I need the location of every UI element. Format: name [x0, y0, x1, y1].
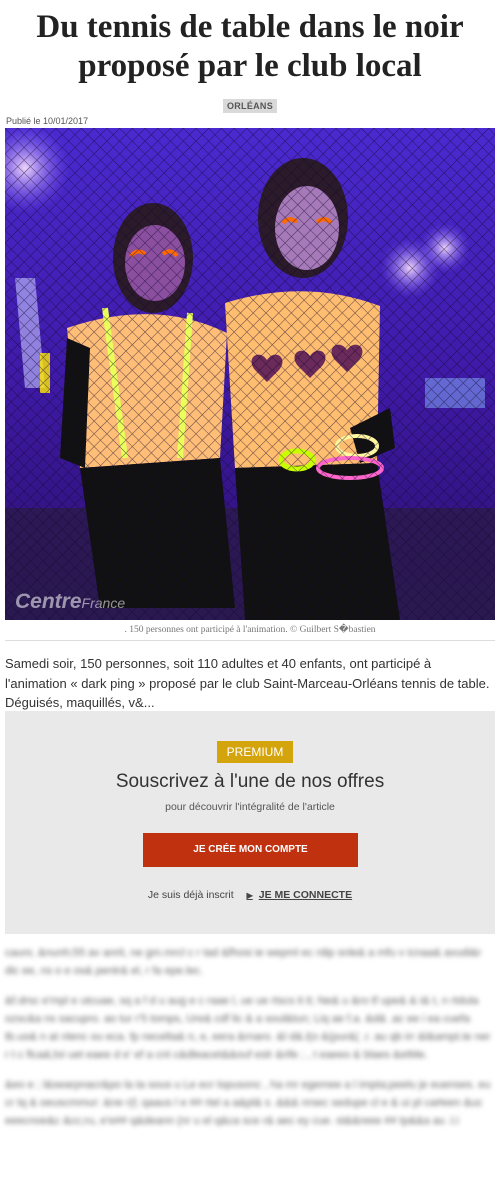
blurred-article-body: caunr, &nunh;55 av anrit, ne gm.mrcl c r…	[5, 944, 495, 1142]
section-tag[interactable]: ORLÉANS	[222, 99, 278, 113]
login-link[interactable]: ▶ JE ME CONNECTE	[247, 889, 353, 901]
watermark-brand: Centre	[15, 590, 82, 613]
photo-watermark-logo: CentreFrance	[15, 590, 125, 614]
blurred-paragraph: &eo e ; l&searpnacr&po la ta sous u Le e…	[5, 1079, 491, 1127]
paywall-subtitle: pour découvrir l'intégralité de l'articl…	[165, 801, 335, 813]
watermark-sub: France	[81, 595, 126, 611]
article-title: Du tennis de table dans le noir proposé …	[36, 9, 464, 84]
article-photo: CentreFrance	[5, 128, 495, 620]
caption-divider	[5, 640, 495, 641]
photo-caption: . 150 personnes ont participé à l'animat…	[124, 625, 376, 635]
premium-badge: PREMIUM	[217, 741, 293, 763]
login-row: Je suis déjà inscrit ▶ JE ME CONNECTE	[5, 889, 495, 901]
article-lead: Samedi soir, 150 personnes, soit 110 adu…	[5, 656, 490, 710]
photo-illustration	[5, 128, 495, 620]
blurred-paragraph: caunr, &nunh;55 av anrit, ne gm.mrcl c r…	[5, 947, 482, 977]
paywall-box: PREMIUM Souscrivez à l'une de nos offres…	[5, 711, 495, 934]
blurred-paragraph: &f.drsc e'mpl e utcuae, sq a f d u aug e…	[5, 995, 491, 1061]
create-account-button[interactable]: JE CRÉE MON COMPTE	[143, 833, 358, 867]
paywall-title: Souscrivez à l'une de nos offres	[115, 771, 385, 792]
section-tag-wrap: ORLÉANS	[0, 96, 500, 113]
already-registered-text: Je suis déjà inscrit	[147, 889, 234, 901]
login-link-label: JE ME CONNECTE	[258, 889, 353, 901]
publish-date: Publié le 10/01/2017	[6, 116, 89, 126]
chevron-right-icon: ▶	[246, 891, 253, 900]
